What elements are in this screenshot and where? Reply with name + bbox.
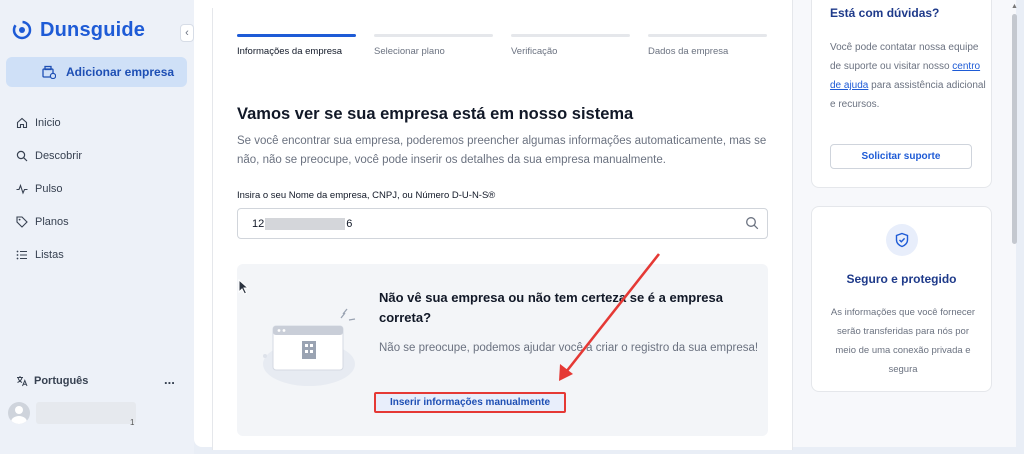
request-support-button[interactable]: Solicitar suporte — [830, 144, 972, 169]
help-card-title: Está com dúvidas? — [830, 6, 940, 20]
user-profile[interactable] — [8, 402, 136, 424]
step-label: Informações da empresa — [237, 46, 343, 57]
user-badge: 1 — [130, 418, 135, 427]
manual-entry-title: Não vê sua empresa ou não tem certeza se… — [379, 290, 723, 325]
sidebar-item-label: Descobrir — [35, 149, 83, 162]
step-label: Selecionar plano — [374, 46, 445, 57]
search-input-label: Insira o seu Nome da empresa, CNPJ, ou N… — [237, 190, 496, 201]
secure-text: As informações que você fornecer serão t… — [830, 307, 976, 375]
manual-entry-box: Não vê sua empresa ou não tem certeza se… — [237, 264, 768, 436]
add-company-icon — [42, 65, 56, 79]
sidebar-item-pulso[interactable]: Pulso — [16, 172, 82, 205]
tag-icon — [16, 215, 28, 228]
help-card-text: Você pode contatar nossa equipe de supor… — [830, 38, 990, 114]
language-label: Português — [34, 375, 89, 387]
dunsguide-logo-icon — [12, 20, 32, 40]
manual-entry-text: Não se preocupe, podemos ajudar você a c… — [379, 342, 759, 354]
step-bar — [648, 34, 767, 37]
progress-steps: Informações da empresa Selecionar plano … — [237, 34, 767, 57]
secure-title: Seguro e protegido — [846, 272, 957, 286]
sidebar-item-listas[interactable]: Listas — [16, 238, 82, 271]
more-options-icon[interactable]: ... — [164, 372, 175, 387]
scroll-thumb[interactable] — [1012, 14, 1017, 244]
sidebar-nav: Inicio Descobrir Pulso Planos Listas — [16, 106, 82, 271]
company-info-card: Informações da empresa Selecionar plano … — [212, 8, 793, 450]
search-input-value-prefix: 12 — [252, 217, 265, 230]
sidebar: Dunsguide ‹ Adicionar empresa Inicio Des… — [0, 0, 194, 454]
sidebar-item-label: Pulso — [35, 182, 63, 195]
translate-icon — [17, 376, 28, 387]
brand-name: Dunsguide — [40, 18, 146, 41]
home-icon — [16, 117, 28, 128]
page-title: Vamos ver se sua empresa está em nosso s… — [237, 105, 634, 123]
step-label: Verificação — [511, 46, 558, 57]
sidebar-item-label: Listas — [35, 248, 64, 261]
scrollbar[interactable]: ▲ — [1010, 0, 1020, 447]
add-company-button[interactable]: Adicionar empresa — [6, 57, 187, 87]
chevron-left-icon: ‹ — [185, 27, 189, 39]
scroll-up-icon[interactable]: ▲ — [1011, 3, 1018, 10]
step-company-data: Dados da empresa — [648, 34, 767, 57]
building-illustration-icon — [263, 308, 356, 386]
add-company-label: Adicionar empresa — [66, 65, 175, 79]
sidebar-item-inicio[interactable]: Inicio — [16, 106, 82, 139]
step-select-plan: Selecionar plano — [374, 34, 493, 57]
mouse-cursor-icon — [238, 279, 250, 295]
redacted-input-value — [265, 217, 346, 230]
sidebar-item-label: Inicio — [35, 116, 61, 129]
logo[interactable]: Dunsguide — [10, 18, 145, 42]
avatar — [8, 402, 30, 424]
sidebar-item-descobrir[interactable]: Descobrir — [16, 139, 82, 172]
list-icon — [16, 250, 27, 259]
shield-check-icon — [895, 232, 909, 248]
collapse-sidebar-button[interactable]: ‹ — [180, 24, 194, 42]
shield-icon-wrap — [886, 224, 918, 256]
step-bar — [237, 34, 356, 37]
main-panel: Informações da empresa Selecionar plano … — [194, 0, 1016, 450]
pulse-icon — [16, 183, 28, 195]
search-icon — [16, 150, 28, 161]
right-column: Está com dúvidas? Você pode contatar nos… — [792, 0, 1016, 447]
secure-card: Seguro e protegido As informações que vo… — [811, 206, 992, 392]
search-icon[interactable] — [745, 216, 759, 233]
redacted-user-name — [36, 402, 136, 424]
step-label: Dados da empresa — [648, 46, 729, 57]
language-selector[interactable]: Português — [16, 375, 88, 387]
search-input-value-suffix: 6 — [346, 217, 353, 230]
help-card: Está com dúvidas? Você pode contatar nos… — [811, 0, 992, 188]
company-search-input[interactable]: 12 6 — [237, 208, 768, 239]
sidebar-item-label: Planos — [35, 215, 69, 228]
step-verification: Verificação — [511, 34, 630, 57]
page-description: Se você encontrar sua empresa, poderemos… — [237, 135, 767, 166]
step-company-info: Informações da empresa — [237, 34, 356, 57]
step-bar — [511, 34, 630, 37]
step-bar — [374, 34, 493, 37]
insert-manually-button[interactable]: Inserir informações manualmente — [374, 392, 566, 413]
sidebar-item-planos[interactable]: Planos — [16, 205, 82, 238]
